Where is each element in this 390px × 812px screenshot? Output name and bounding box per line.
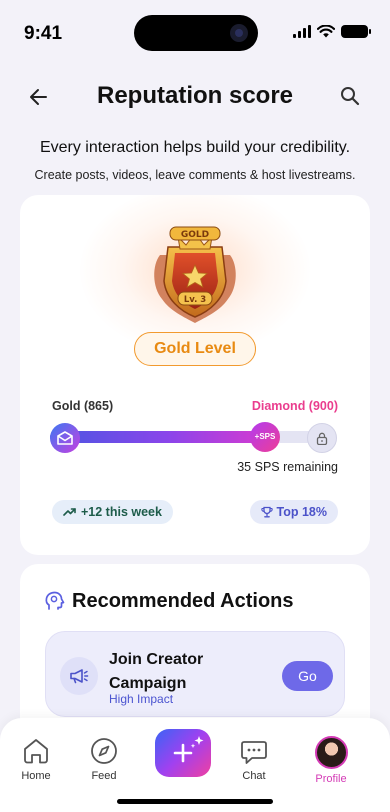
progress-current-label: Gold (865)	[52, 399, 114, 413]
avatar	[314, 736, 348, 769]
progress-next-label: Diamond (900)	[251, 399, 338, 413]
svg-text:Lv. 3: Lv. 3	[184, 295, 206, 305]
progress-start-node	[50, 423, 80, 453]
nav-item-home[interactable]: Home	[6, 736, 66, 786]
wifi-icon	[317, 25, 335, 38]
nav-item-profile[interactable]: Profile	[301, 736, 361, 786]
rank-text: Top 18%	[276, 505, 327, 519]
dynamic-island	[134, 15, 258, 51]
action-impact: High Impact	[109, 692, 174, 706]
intro-subline: Create posts, videos, leave comments & h…	[34, 168, 356, 182]
weekly-gain-text: +12 this week	[81, 505, 162, 519]
plus-sparkle-icon	[173, 736, 204, 763]
compass-icon	[91, 738, 117, 764]
status-time: 9:41	[24, 23, 63, 44]
signal-icon	[293, 25, 311, 38]
progress-lock-node	[307, 423, 337, 453]
nav-item-chat[interactable]: Chat	[224, 736, 284, 786]
search-icon[interactable]	[338, 84, 362, 108]
remaining-text: 35 SPS remaining	[237, 460, 338, 474]
action-title: Join Creator Campaign	[109, 651, 204, 692]
nav-label-home: Home	[21, 770, 51, 782]
progress-marker: +SPS	[250, 422, 280, 452]
level-card: GOLD Lv. 3 Gold Level Gold (865) Diamond…	[20, 195, 370, 555]
weekly-gain-chip: +12 this week	[52, 500, 173, 524]
chat-bubble-icon	[241, 741, 267, 764]
level-label-pill: Gold Level	[134, 332, 256, 366]
action-card[interactable]: Join Creator Campaign High Impact Go	[45, 631, 345, 717]
page-title: Reputation score	[96, 82, 294, 109]
status-icons	[293, 25, 371, 38]
progress-fill	[50, 431, 265, 443]
page-header: Reputation score	[0, 72, 390, 120]
intro-headline: Every interaction helps build your credi…	[39, 139, 351, 156]
lock-icon	[316, 432, 328, 445]
trophy-icon	[260, 506, 273, 518]
gold-shield-badge-icon: GOLD Lv. 3	[154, 226, 236, 323]
status-bar: 9:41	[0, 0, 390, 60]
home-indicator	[117, 799, 273, 804]
nav-item-feed[interactable]: Feed	[74, 736, 134, 786]
nav-label-chat: Chat	[242, 770, 266, 782]
nav-label-profile: Profile	[315, 773, 347, 785]
home-icon	[24, 739, 48, 764]
bottom-nav: Home Feed Chat Profile	[0, 718, 390, 812]
battery-icon	[341, 25, 371, 38]
progress-track	[50, 431, 336, 443]
go-button[interactable]: Go	[282, 661, 333, 691]
recommended-title: Recommended Actions	[72, 590, 294, 612]
create-post-button[interactable]	[155, 729, 211, 777]
envelope-icon	[57, 431, 73, 445]
brain-head-icon	[45, 591, 65, 610]
trend-up-icon	[63, 508, 76, 516]
nav-label-feed: Feed	[91, 770, 117, 782]
svg-text:GOLD: GOLD	[181, 230, 209, 240]
rank-chip: Top 18%	[249, 500, 338, 524]
camera-icon	[230, 24, 248, 42]
megaphone-icon	[60, 657, 98, 695]
